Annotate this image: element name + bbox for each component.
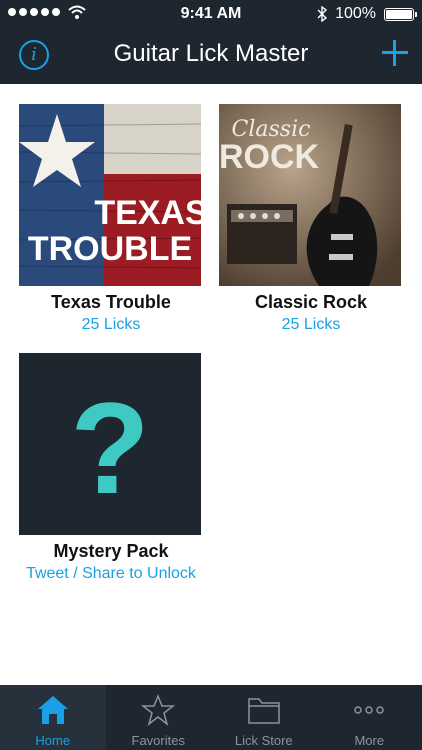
tab-more[interactable]: More bbox=[317, 685, 422, 750]
tab-label: Lick Store bbox=[234, 733, 293, 748]
pack-cover-classic-rock[interactable]: Classic ROCK bbox=[219, 104, 401, 286]
texas-flag-cover-art: TEXAS TROUBLE bbox=[19, 104, 201, 286]
tab-bar: Home Favorites Lick Store More bbox=[0, 685, 422, 750]
mystery-glyph: ? bbox=[70, 375, 149, 521]
pack-subtitle: 25 Licks bbox=[281, 316, 341, 333]
tab-lick-store[interactable]: Lick Store bbox=[211, 685, 317, 750]
bluetooth-icon bbox=[317, 6, 328, 22]
cover-title-line2: TROUBLE bbox=[28, 230, 192, 268]
status-right: 100% bbox=[317, 5, 417, 23]
pack-subtitle-unlock[interactable]: Tweet / Share to Unlock bbox=[19, 565, 203, 583]
add-button[interactable] bbox=[380, 38, 410, 68]
status-bar: 9:41 AM 100% bbox=[0, 0, 422, 28]
star-icon bbox=[141, 693, 176, 726]
tab-favorites[interactable]: Favorites bbox=[106, 685, 212, 750]
pack-classic-rock[interactable]: Classic ROCK Classic Rock 25 Licks bbox=[219, 104, 403, 334]
navigation-bar: i Guitar Lick Master bbox=[0, 28, 422, 84]
pack-title: Classic Rock bbox=[254, 292, 368, 312]
classic-rock-cover-art: Classic ROCK bbox=[219, 104, 401, 286]
tab-home[interactable]: Home bbox=[0, 685, 106, 750]
pack-texas-trouble[interactable]: TEXAS TROUBLE Texas Trouble 25 Licks bbox=[19, 104, 203, 334]
pack-subtitle: 25 Licks bbox=[81, 316, 141, 333]
pack-title: Texas Trouble bbox=[51, 292, 171, 312]
battery-percent: 100% bbox=[335, 5, 376, 22]
pack-cover-mystery[interactable]: ? bbox=[19, 353, 201, 535]
battery-icon bbox=[384, 7, 417, 21]
tab-label: More bbox=[354, 733, 385, 748]
home-icon bbox=[37, 696, 68, 724]
tab-label: Home bbox=[35, 733, 71, 748]
app-title: Guitar Lick Master bbox=[113, 40, 309, 67]
pack-mystery[interactable]: ? Mystery Pack Tweet / Share to Unlock bbox=[19, 353, 203, 583]
tab-label: Favorites bbox=[131, 733, 185, 748]
cover-title-line1: TEXAS bbox=[94, 194, 201, 232]
folder-icon bbox=[248, 698, 280, 724]
pack-title: Mystery Pack bbox=[53, 541, 169, 561]
question-mark-icon: ? bbox=[70, 375, 149, 521]
pack-cover-texas[interactable]: TEXAS TROUBLE bbox=[19, 104, 201, 286]
more-dots-icon bbox=[354, 706, 384, 714]
cover-title-line2: ROCK bbox=[219, 138, 319, 176]
